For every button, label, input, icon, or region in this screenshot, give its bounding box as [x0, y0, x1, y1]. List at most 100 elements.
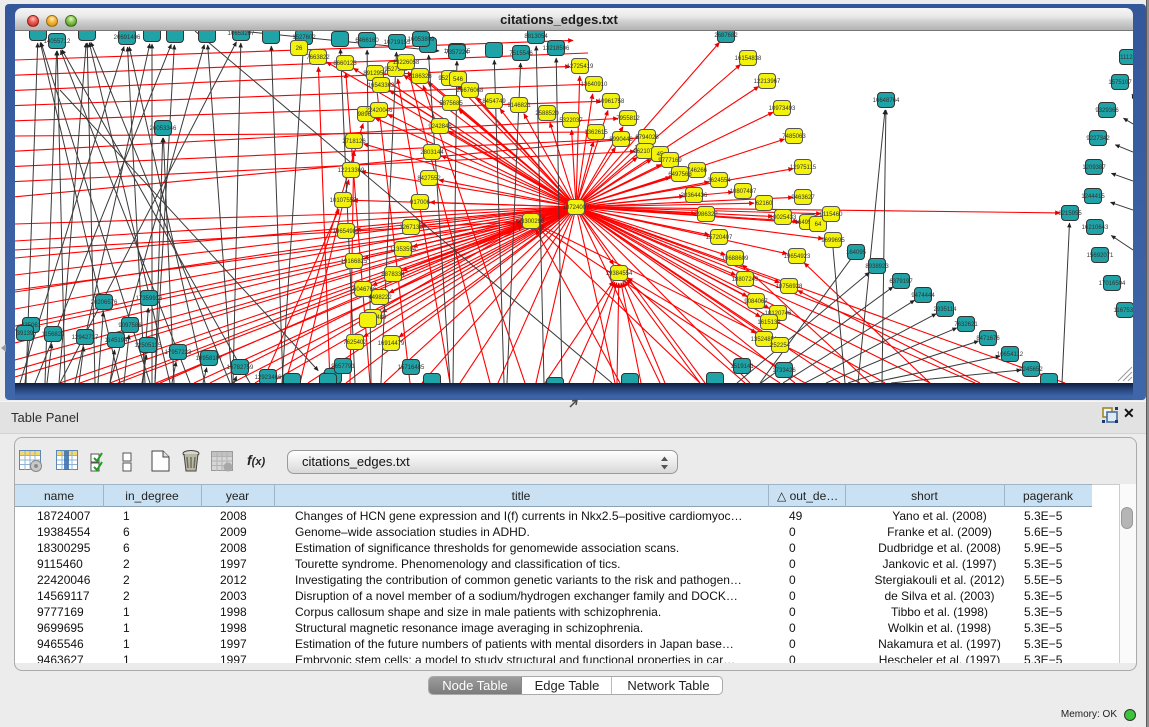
- svg-text:26: 26: [296, 46, 303, 52]
- svg-text:7485063: 7485063: [782, 134, 806, 140]
- svg-text:10653267: 10653267: [228, 31, 255, 37]
- svg-text:19166825: 19166825: [341, 259, 368, 265]
- svg-text:8454749: 8454749: [482, 99, 506, 105]
- svg-text:15692071: 15692071: [1087, 253, 1114, 259]
- svg-text:546: 546: [453, 77, 464, 83]
- svg-text:2803144: 2803144: [420, 150, 444, 156]
- svg-text:1615132: 1615132: [757, 320, 781, 326]
- svg-text:16914479: 16914479: [378, 341, 405, 347]
- svg-text:19384554: 19384554: [606, 271, 633, 277]
- svg-text:20206576: 20206576: [91, 300, 118, 306]
- svg-text:16648764: 16648764: [873, 98, 900, 104]
- svg-text:9463627: 9463627: [791, 195, 815, 201]
- svg-text:1575107: 1575107: [1108, 80, 1132, 86]
- svg-text:10025433: 10025433: [770, 215, 797, 221]
- svg-text:10107552: 10107552: [330, 198, 357, 204]
- svg-text:8215955: 8215955: [1058, 211, 1082, 217]
- svg-text:6497568: 6497568: [668, 172, 692, 178]
- svg-text:64: 64: [815, 222, 822, 228]
- svg-text:17359936: 17359936: [136, 296, 163, 302]
- svg-text:9657791: 9657791: [331, 364, 355, 370]
- svg-text:62160: 62160: [756, 201, 773, 207]
- svg-text:5322037: 5322037: [559, 118, 583, 124]
- svg-text:917006: 917006: [410, 200, 431, 206]
- svg-text:8938923: 8938923: [865, 264, 889, 270]
- svg-text:16210643: 16210643: [1082, 225, 1109, 231]
- svg-text:16154838: 16154838: [735, 56, 762, 62]
- svg-text:12923466: 12923466: [255, 375, 282, 381]
- svg-text:13218506: 13218506: [543, 46, 570, 52]
- svg-text:3624554: 3624554: [707, 178, 731, 184]
- svg-text:20691406: 20691406: [114, 35, 141, 41]
- svg-text:19654983: 19654983: [333, 229, 360, 235]
- svg-text:2588520: 2588520: [535, 111, 559, 117]
- svg-text:2687682: 2687682: [714, 33, 738, 39]
- svg-text:18807249: 18807249: [732, 277, 759, 283]
- svg-text:17957223: 17957223: [165, 350, 192, 356]
- svg-text:16782759: 16782759: [227, 365, 254, 371]
- svg-text:8813054: 8813054: [524, 34, 548, 40]
- svg-text:8186328: 8186328: [408, 74, 432, 80]
- svg-text:11128: 11128: [1120, 55, 1133, 61]
- svg-text:12213967: 12213967: [754, 79, 781, 85]
- svg-text:10688609: 10688609: [722, 256, 749, 262]
- svg-text:6794028: 6794028: [635, 135, 659, 141]
- svg-text:15720407: 15720407: [706, 235, 733, 241]
- svg-text:9474444: 9474444: [911, 293, 935, 299]
- svg-text:7663822: 7663822: [306, 55, 330, 61]
- svg-text:9097586: 9097586: [118, 323, 142, 329]
- svg-text:4498222: 4498222: [368, 295, 392, 301]
- svg-text:6466160: 6466160: [355, 38, 379, 44]
- svg-text:16543362: 16543362: [368, 83, 395, 89]
- svg-text:8471676: 8471676: [976, 336, 1000, 342]
- svg-text:8660123: 8660123: [333, 61, 357, 67]
- svg-text:23300295: 23300295: [518, 219, 545, 225]
- svg-text:6379197: 6379197: [889, 279, 913, 285]
- svg-text:26053346: 26053346: [150, 126, 177, 132]
- svg-text:16053809: 16053809: [408, 37, 435, 43]
- svg-text:10654112: 10654112: [997, 352, 1024, 358]
- svg-text:9699695: 9699695: [821, 238, 845, 244]
- svg-text:3267130: 3267130: [399, 225, 423, 231]
- svg-text:39139: 39139: [17, 331, 34, 337]
- svg-text:1156829: 1156829: [42, 332, 66, 338]
- svg-text:1362615: 1362615: [584, 130, 608, 136]
- svg-text:19654923: 19654923: [784, 254, 811, 260]
- svg-text:12975115: 12975115: [790, 165, 817, 171]
- svg-text:9227342: 9227342: [1086, 136, 1110, 142]
- svg-text:1733426: 1733426: [772, 368, 796, 374]
- svg-text:7515546: 7515546: [509, 51, 533, 57]
- svg-text:252254: 252254: [770, 343, 791, 349]
- svg-text:14055712: 14055712: [44, 39, 71, 45]
- svg-text:7357224: 7357224: [445, 50, 469, 56]
- svg-text:10958107: 10958107: [196, 356, 223, 362]
- svg-text:7955812: 7955812: [616, 116, 640, 122]
- svg-text:1209387: 1209387: [1082, 165, 1106, 171]
- svg-text:164095: 164095: [846, 250, 867, 256]
- svg-text:12505135: 12505135: [135, 343, 162, 349]
- svg-text:1167534: 1167534: [1114, 308, 1133, 314]
- svg-text:5875685: 5875685: [439, 101, 463, 107]
- svg-text:9242848: 9242848: [428, 124, 452, 130]
- svg-text:8990448: 8990448: [609, 137, 633, 143]
- svg-text:11353594: 11353594: [390, 247, 417, 253]
- svg-text:18724007: 18724007: [563, 205, 590, 211]
- svg-text:9084067: 9084067: [744, 299, 768, 305]
- svg-text:1519141: 1519141: [730, 364, 754, 370]
- svg-text:22420046: 22420046: [366, 108, 393, 114]
- svg-text:13640910: 13640910: [581, 82, 608, 88]
- svg-text:10973493: 10973493: [769, 106, 796, 112]
- svg-text:7632621: 7632621: [954, 322, 978, 328]
- svg-text:1244415: 1244415: [1081, 194, 1105, 200]
- svg-text:10807487: 10807487: [730, 189, 757, 195]
- svg-text:9329366: 9329366: [1095, 108, 1119, 114]
- svg-text:10756928: 10756928: [776, 284, 803, 290]
- svg-text:1145194: 1145194: [105, 338, 129, 344]
- svg-text:26676068: 26676068: [457, 88, 484, 94]
- svg-text:15716485: 15716485: [398, 365, 425, 371]
- svg-text:8427552: 8427552: [417, 176, 441, 182]
- svg-text:20364436: 20364436: [681, 193, 708, 199]
- svg-text:9777169: 9777169: [658, 158, 682, 164]
- svg-text:7986322: 7986322: [694, 212, 718, 218]
- svg-text:2718126: 2718126: [342, 139, 366, 145]
